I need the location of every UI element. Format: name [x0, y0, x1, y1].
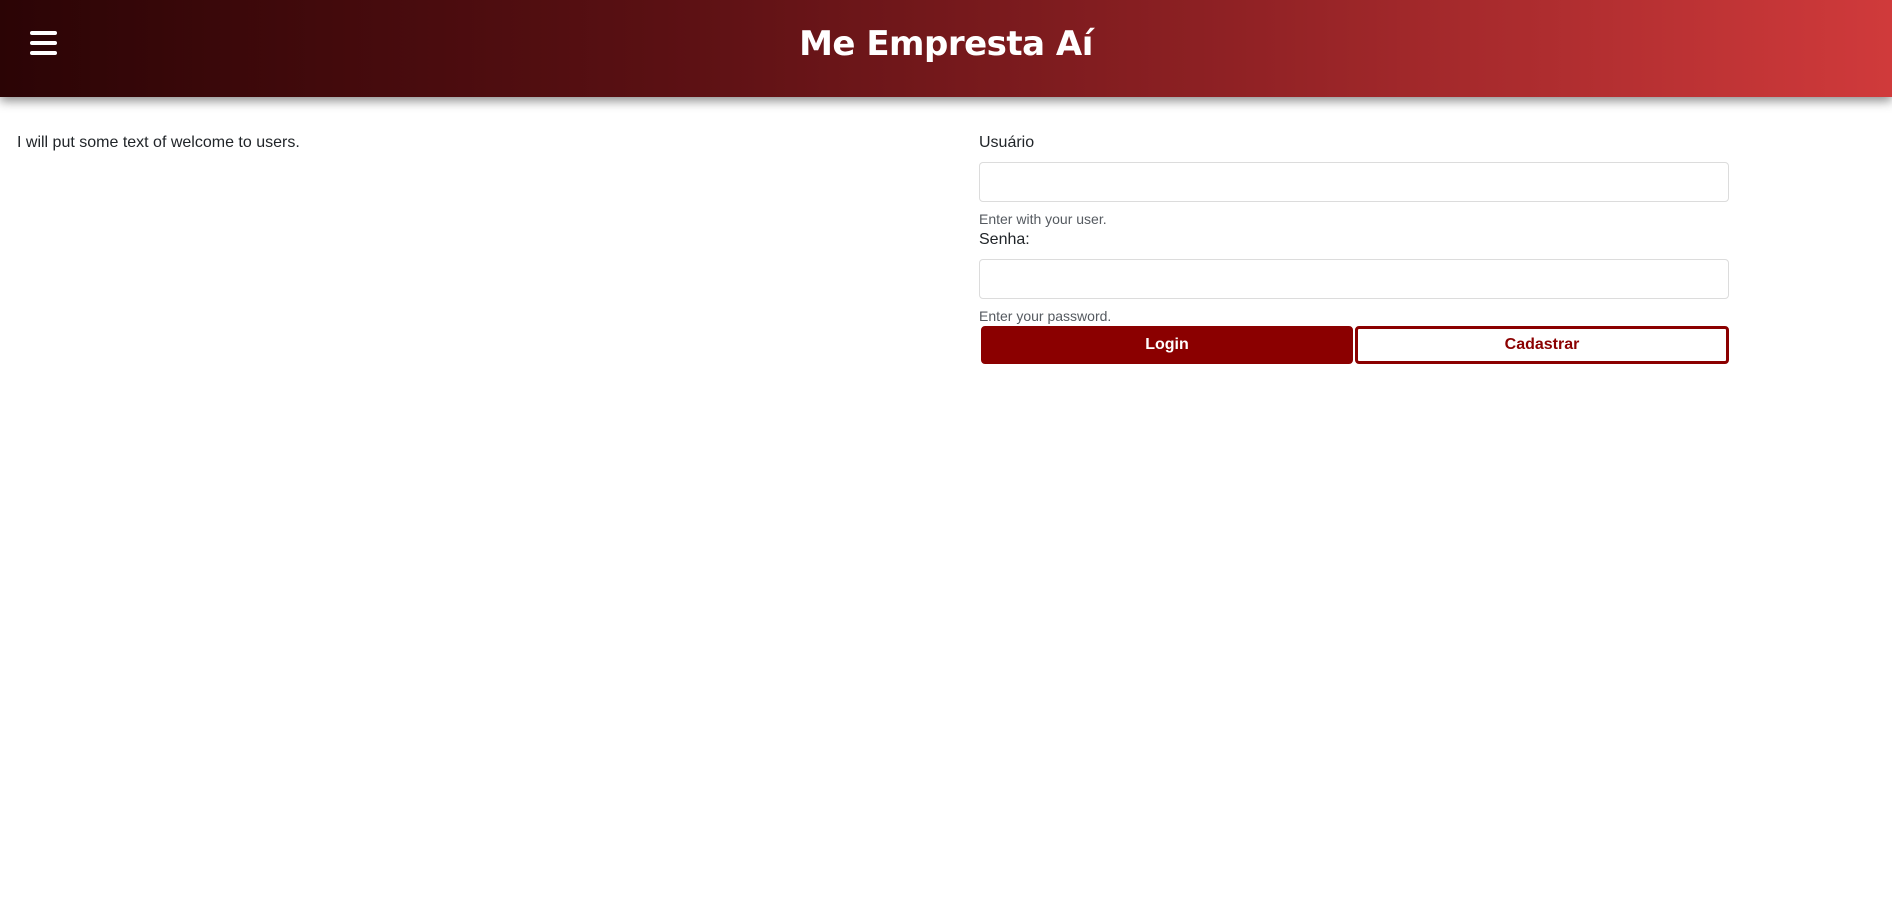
app-title: Me Empresta Aí [799, 24, 1093, 64]
welcome-text: I will put some text of welcome to users… [17, 134, 300, 151]
password-label: Senha: [979, 231, 1030, 248]
password-input[interactable] [979, 259, 1729, 299]
user-input[interactable] [979, 162, 1729, 202]
user-label: Usuário [979, 134, 1035, 151]
password-help-text: Enter your password. [979, 308, 1112, 324]
main-content: I will put some text of welcome to users… [0, 97, 1892, 906]
login-form: Usuário Enter with your user. Senha: Ent… [979, 133, 1729, 364]
top-navbar: Me Empresta Aí [0, 0, 1892, 97]
user-help-text: Enter with your user. [979, 211, 1107, 227]
register-button[interactable]: Cadastrar [1355, 326, 1729, 364]
form-actions: Login Cadastrar [979, 326, 1729, 364]
login-button[interactable]: Login [981, 326, 1353, 364]
